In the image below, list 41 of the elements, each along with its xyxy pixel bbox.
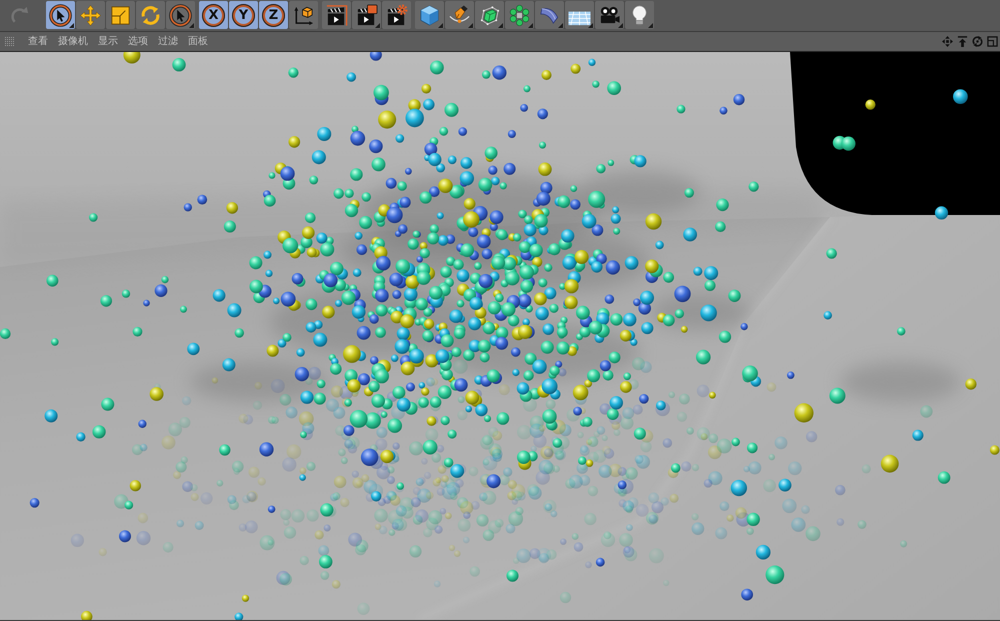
light-object-button[interactable]	[625, 1, 654, 29]
deformer-button[interactable]	[535, 1, 564, 29]
cloner-button[interactable]	[505, 1, 534, 29]
cursor-ring-icon	[169, 4, 192, 26]
sphere-ring-icon	[508, 4, 531, 26]
cube-object-button[interactable]	[415, 1, 444, 29]
circular-arrows-icon	[139, 4, 162, 26]
menu-item[interactable]: 选项	[123, 36, 153, 46]
live-selection-button[interactable]	[166, 1, 195, 29]
menu-item[interactable]: 过滤	[153, 36, 183, 46]
render-picture-button[interactable]	[352, 1, 381, 29]
pen-tool-button[interactable]	[445, 1, 474, 29]
menu-item[interactable]: 面板	[183, 36, 213, 46]
maximize-icon[interactable]	[987, 36, 998, 47]
coordinate-system-button[interactable]	[289, 1, 318, 29]
clapperboard-window-icon	[355, 4, 378, 26]
subdivision-button[interactable]	[475, 1, 504, 29]
menu-item[interactable]: 显示	[93, 36, 123, 46]
axis-lock-button[interactable]: Z	[259, 1, 288, 29]
rotate-icon[interactable]	[972, 36, 983, 47]
scale-tool-button[interactable]	[106, 1, 135, 29]
cube-icon	[418, 4, 441, 26]
caged-cube-icon	[478, 4, 501, 26]
four-arrows-icon[interactable]	[942, 36, 953, 47]
clapperboard-frame-icon	[325, 4, 348, 26]
axis-lock-button[interactable]: X	[199, 1, 228, 29]
selection-tool-button[interactable]	[46, 1, 75, 29]
axis-lock-button[interactable]: Y	[229, 1, 258, 29]
menu-item[interactable]: 查看	[23, 36, 53, 46]
square-icon	[109, 4, 132, 26]
clapperboard-gear-icon	[385, 4, 408, 26]
vertical-arrow-icon[interactable]	[957, 36, 968, 47]
menu-item[interactable]: 摄像机	[53, 36, 93, 46]
camera-object-button[interactable]	[595, 1, 624, 29]
move-tool-button[interactable]	[76, 1, 105, 29]
render-view-button[interactable]	[322, 1, 351, 29]
render-settings-button[interactable]	[382, 1, 411, 29]
floor-object-button[interactable]	[565, 1, 594, 29]
cursor-ring-icon	[49, 4, 72, 26]
cross-arrows-icon	[79, 4, 102, 26]
rotate-tool-button[interactable]	[136, 1, 165, 29]
